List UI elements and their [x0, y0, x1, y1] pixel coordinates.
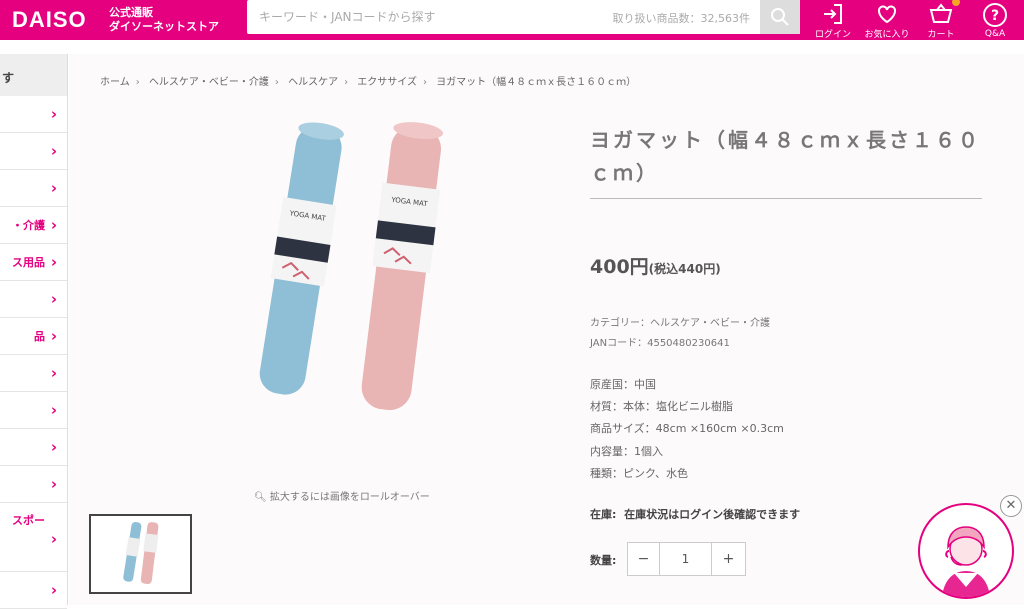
logo-subtitle[interactable]: 公式通販 ダイソーネットストア: [109, 6, 219, 34]
favorites-label: お気に入り: [864, 30, 910, 40]
chevron-right-icon: ›: [50, 253, 57, 271]
sidebar-item-label: ス用品: [12, 256, 45, 269]
chevron-right-icon: ›: [50, 327, 57, 345]
chevron-right-icon: ›: [50, 438, 57, 456]
breadcrumb-current: ヨガマット（幅４８ｃｍｘ長さ１６０ｃｍ）: [436, 77, 637, 88]
login-icon: [824, 4, 842, 24]
sidebar-item[interactable]: ›: [0, 281, 67, 318]
product-price: 400円(税込440円): [590, 252, 721, 279]
quantity-stepper: − 1 +: [627, 542, 746, 576]
logo-sub-line2: ダイソーネットストア: [109, 20, 219, 33]
stock-label: 在庫:: [590, 508, 617, 521]
support-chat-avatar[interactable]: [918, 503, 1014, 599]
product-image[interactable]: YOGA MAT YOGA MAT: [145, 105, 565, 475]
breadcrumb-health-baby-care[interactable]: ヘルスケア・ベビー・介護: [149, 77, 269, 88]
chevron-right-icon: ›: [50, 581, 57, 599]
chevron-right-icon: ›: [50, 401, 57, 419]
breadcrumb-separator: ›: [274, 77, 279, 88]
sidebar-item[interactable]: 品 ›: [0, 318, 67, 355]
product-type: 種類：ピンク、水色: [590, 467, 689, 480]
qa-button[interactable]: ? Q&A: [968, 0, 1022, 40]
title-divider: [590, 198, 982, 199]
logo-sub-line1: 公式通販: [109, 6, 153, 19]
sidebar-item[interactable]: ›: [0, 392, 67, 429]
chevron-right-icon: ›: [50, 530, 57, 548]
magnifier-icon: 🔍︎: [254, 492, 267, 503]
qa-label: Q&A: [984, 29, 1006, 39]
sidebar-item[interactable]: ›: [0, 170, 67, 207]
price-tax: (税込440円): [648, 262, 721, 276]
product-origin: 原産国：中国: [590, 378, 656, 391]
quantity-increase-button[interactable]: +: [711, 543, 745, 575]
product-category: カテゴリー：ヘルスケア・ベビー・介護: [590, 318, 770, 329]
chevron-right-icon: ›: [50, 216, 57, 234]
chevron-right-icon: ›: [50, 105, 57, 123]
question-icon: ?: [983, 3, 1007, 27]
zoom-hint-text: 拡大するには画像をロールオーバー: [269, 492, 430, 503]
breadcrumb-healthcare[interactable]: ヘルスケア: [288, 77, 338, 88]
chevron-right-icon: ›: [50, 475, 57, 493]
breadcrumb-exercise[interactable]: エクササイズ: [357, 77, 417, 88]
product-thumbnail[interactable]: [89, 514, 192, 594]
stock-value: 在庫状況はログイン後確認できます: [624, 508, 801, 521]
cart-badge: [952, 0, 960, 6]
chevron-right-icon: ›: [50, 290, 57, 308]
stock-status: 在庫: 在庫状況はログイン後確認できます: [590, 506, 800, 522]
breadcrumb: ホーム › ヘルスケア・ベビー・介護 › ヘルスケア › エクササイズ › ヨガマット（…: [100, 73, 642, 88]
chevron-right-icon: ›: [50, 142, 57, 160]
operator-icon: [942, 526, 990, 597]
sidebar-item[interactable]: ›: [0, 429, 67, 466]
cart-button[interactable]: カート: [914, 0, 968, 40]
breadcrumb-home[interactable]: ホーム: [100, 77, 130, 88]
quantity-label: 数量:: [590, 554, 617, 567]
product-title: ヨガマット（幅４８ｃｍｘ長さ１６０ｃｍ）: [590, 128, 981, 185]
product-size: 商品サイズ：48cm ×160cm ×0.3cm: [590, 422, 784, 435]
heart-icon: [878, 5, 896, 24]
thumbnail-image: [123, 522, 159, 585]
login-button[interactable]: ログイン: [806, 0, 860, 40]
login-label: ログイン: [814, 30, 851, 40]
category-sidebar: す › › › ・介護 › ス用品 › › 品 › › › › › スポー › ›: [0, 54, 68, 609]
chevron-right-icon: ›: [50, 364, 57, 382]
sidebar-item-label: ・介護: [12, 219, 45, 232]
product-count: 取り扱い商品数：32,563件: [612, 12, 751, 25]
product-contents: 内容量：1個入: [590, 445, 663, 458]
quantity-input[interactable]: 1: [660, 543, 711, 575]
price-value: 400円: [590, 256, 649, 278]
chat-close-button[interactable]: ✕: [1000, 495, 1022, 517]
sidebar-item[interactable]: ・介護 ›: [0, 207, 67, 244]
search-button[interactable]: [760, 0, 800, 34]
zoom-hint: 🔍︎ 拡大するには画像をロールオーバー: [254, 488, 430, 503]
product-material: 材質：本体：塩化ビニル樹脂: [590, 400, 733, 413]
sidebar-item[interactable]: ›: [0, 466, 67, 503]
daiso-logo[interactable]: DAISO: [12, 6, 87, 34]
site-header: DAISO 公式通販 ダイソーネットストア 取り扱い商品数：32,563件 ログ…: [0, 0, 1024, 40]
sidebar-item[interactable]: ス用品 ›: [0, 244, 67, 281]
favorites-button[interactable]: お気に入り: [860, 0, 914, 40]
sidebar-item[interactable]: ›: [0, 96, 67, 133]
sidebar-item[interactable]: ›: [0, 355, 67, 392]
breadcrumb-separator: ›: [135, 77, 140, 88]
svg-text:?: ?: [991, 8, 999, 24]
sidebar-item[interactable]: ›: [0, 133, 67, 170]
quantity-decrease-button[interactable]: −: [628, 543, 660, 575]
breadcrumb-separator: ›: [344, 77, 349, 88]
sidebar-item-label: 品: [34, 330, 45, 343]
cart-label: カート: [927, 30, 955, 40]
sidebar-item[interactable]: ›: [0, 572, 67, 609]
header-icons: ログイン お気に入り カート ? Q&A: [806, 0, 1022, 40]
cart-icon: [929, 3, 953, 23]
sidebar-item[interactable]: スポー ›: [0, 503, 67, 572]
search-icon: [771, 8, 789, 26]
sidebar-heading: す: [0, 54, 67, 96]
chevron-right-icon: ›: [50, 179, 57, 197]
search-bar: 取り扱い商品数：32,563件: [247, 0, 800, 34]
sidebar-item-label: スポー: [12, 514, 45, 527]
breadcrumb-separator: ›: [422, 77, 427, 88]
product-jan: JANコード：4550480230641: [590, 338, 730, 349]
